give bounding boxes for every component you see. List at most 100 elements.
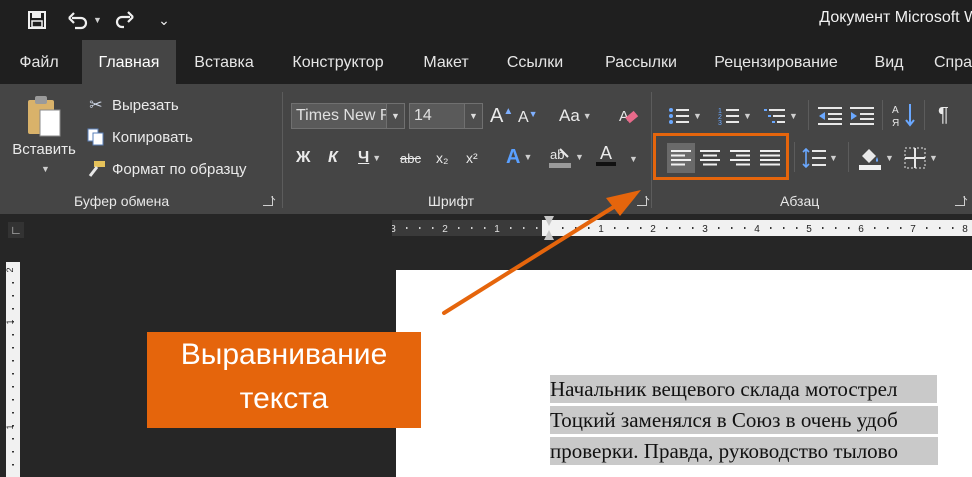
shading-button[interactable]: ▼ [858, 143, 894, 173]
undo-icon [68, 12, 88, 30]
ribbon-tabs: Файл Главная Вставка Конструктор Макет С… [0, 40, 972, 84]
ruler-tick [640, 227, 642, 229]
line-spacing-button[interactable]: ▼ [802, 143, 838, 173]
change-case-button[interactable]: Aa ▼ [559, 103, 592, 129]
font-size-combo[interactable]: 14 ▼ [409, 103, 483, 129]
ruler-tick [900, 227, 902, 229]
chevron-down-icon: ▼ [575, 152, 584, 162]
ruler-label: 6 [858, 224, 864, 235]
sort-button[interactable]: A Я [892, 101, 916, 129]
multilevel-list-button[interactable]: ▼ [764, 103, 798, 129]
tab-references[interactable]: Ссылки [496, 40, 574, 84]
vertical-ruler-tick [12, 334, 14, 336]
customize-qa-button[interactable]: ⌄ [156, 8, 172, 32]
show-marks-button[interactable]: ¶ [938, 101, 949, 129]
ruler-tick [926, 227, 928, 229]
text-effects-icon: A [506, 145, 521, 168]
chevron-down-icon: ▼ [386, 104, 404, 128]
superscript-label: x² [466, 150, 478, 166]
ruler-tick [731, 227, 733, 229]
numbering-button[interactable]: 1 2 3 ▼ [718, 103, 752, 129]
font-color-icon: A [599, 143, 612, 163]
vertical-ruler-marks: 211 [6, 267, 15, 466]
shrink-font-button[interactable]: A ▼ [518, 106, 538, 130]
highlight-icon: ab [549, 147, 571, 168]
chevron-down-icon: ▼ [523, 152, 533, 162]
document-line[interactable]: проверки. Правда, руководство тылово [550, 437, 938, 465]
ruler-label: 5 [806, 224, 812, 235]
clipboard-dialog-launcher[interactable] [263, 196, 273, 206]
format-painter-button[interactable]: Формат по образцу [86, 158, 247, 180]
ruler-label: 3 [702, 224, 708, 235]
tab-layout[interactable]: Макет [412, 40, 480, 84]
tab-stop-icon: ∟ [10, 223, 22, 237]
italic-label: К [328, 149, 338, 166]
copy-label: Копировать [112, 128, 193, 146]
copy-button[interactable]: Копировать [86, 126, 193, 148]
ruler-tick [796, 227, 798, 229]
vertical-ruler-tick [12, 386, 14, 388]
vertical-ruler-tick [12, 308, 14, 310]
tab-review[interactable]: Рецензирование [706, 40, 846, 84]
redo-button[interactable] [112, 8, 138, 32]
document-line[interactable]: Тоцкий заменялся в Союз в очень удоб [550, 406, 938, 434]
font-color-button[interactable]: A [596, 143, 616, 171]
svg-text:3: 3 [718, 120, 722, 126]
tab-help[interactable]: Спра [934, 40, 972, 84]
strikethrough-button[interactable]: abc [400, 145, 421, 171]
undo-button[interactable]: ▼ [64, 8, 104, 32]
vertical-ruler-tick [12, 295, 14, 297]
ruler-tick [536, 227, 538, 229]
superscript-button[interactable]: x² [466, 145, 478, 171]
ruler-tick [939, 227, 941, 229]
chevron-down-icon: ▼ [582, 111, 592, 121]
tab-view[interactable]: Вид [864, 40, 914, 84]
ruler-label: 3 [392, 224, 396, 235]
document-line[interactable]: Начальник вещевого склада мотострел [550, 375, 938, 403]
chevron-down-icon: ▼ [41, 164, 50, 174]
tab-selector[interactable]: ∟ [8, 222, 24, 238]
italic-button[interactable]: К [328, 145, 338, 171]
bullets-button[interactable]: ▼ [668, 103, 702, 129]
ruler-tick [406, 227, 408, 229]
tab-design[interactable]: Конструктор [280, 40, 396, 84]
subscript-label: x₂ [436, 150, 449, 166]
vertical-ruler-tick [12, 373, 14, 375]
pilcrow-icon: ¶ [938, 103, 949, 126]
subscript-button[interactable]: x₂ [436, 145, 448, 171]
save-button[interactable] [24, 8, 50, 32]
tab-mailings[interactable]: Рассылки [592, 40, 690, 84]
tab-home[interactable]: Главная [82, 40, 176, 84]
horizontal-ruler[interactable]: 3 2 1 1 2 3 4 5 6 7 8 [392, 216, 972, 240]
paste-button[interactable]: Вставить ▼ [8, 94, 80, 190]
ruler-tick [692, 227, 694, 229]
increase-indent-button[interactable] [850, 103, 874, 129]
ruler-tick [627, 227, 629, 229]
cut-button[interactable]: ✂ Вырезать [86, 94, 178, 116]
clear-formatting-button[interactable]: A [617, 103, 639, 129]
paragraph-dialog-launcher[interactable] [955, 196, 965, 206]
clear-formatting-icon: A [619, 108, 639, 125]
chevron-down-icon: ▼ [629, 154, 638, 164]
underline-button[interactable]: Ч ▼ [358, 145, 381, 171]
tab-file[interactable]: Файл [10, 40, 68, 84]
font-dialog-launcher[interactable] [637, 196, 647, 206]
tab-insert[interactable]: Вставка [184, 40, 264, 84]
ruler-tick [952, 227, 954, 229]
chevron-down-icon: ▼ [743, 111, 752, 121]
chevron-down-icon: ▼ [693, 111, 702, 121]
font-group-label: Шрифт [428, 193, 475, 209]
ruler-tick [744, 227, 746, 229]
vertical-ruler[interactable]: 211 [6, 262, 20, 477]
highlight-color-button[interactable]: ab ▼ [548, 143, 584, 171]
decrease-indent-button[interactable] [818, 103, 842, 129]
text-effects-button[interactable]: A ▼ [506, 143, 532, 171]
bold-button[interactable]: Ж [296, 145, 310, 171]
clipboard-group-label: Буфер обмена [74, 193, 170, 209]
ruler-tick [887, 227, 889, 229]
borders-button[interactable]: ▼ [904, 143, 938, 173]
grow-font-button[interactable]: A ▲ [490, 103, 513, 129]
font-name-combo[interactable]: Times New R ▼ [291, 103, 405, 129]
vertical-ruler-tick [12, 412, 14, 414]
chevron-down-icon: ▼ [372, 153, 382, 163]
